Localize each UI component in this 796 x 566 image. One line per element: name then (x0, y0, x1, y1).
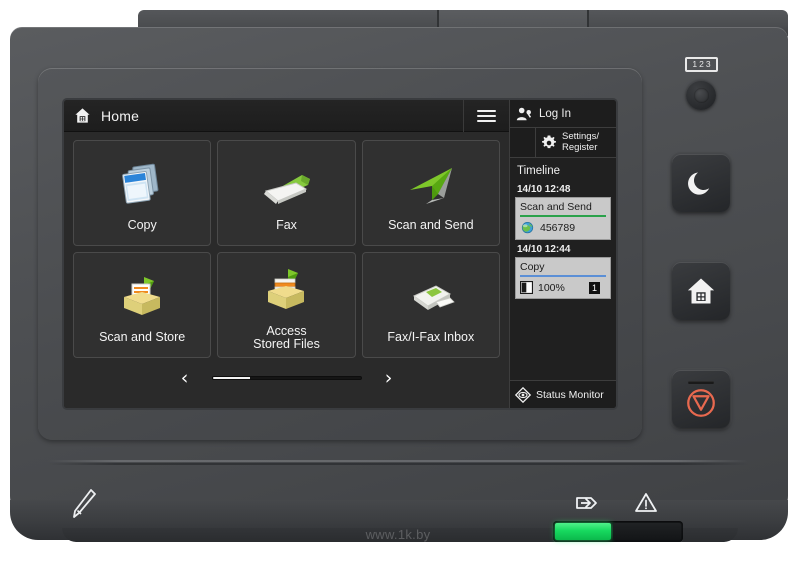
page-indicator-segment (212, 377, 250, 379)
stylus-pen-icon (68, 487, 98, 521)
fax-icon (258, 155, 314, 213)
function-tile-grid: Copy Fax Scan and Send Scan and Store Ac… (73, 140, 500, 358)
scan-and-send-icon (402, 155, 460, 213)
timeline-heading: Timeline (517, 165, 561, 177)
tile-access-stored-files[interactable]: Access Stored Files (217, 252, 356, 358)
timeline-timestamp: 14/10 12:44 (517, 244, 571, 255)
tile-label: Fax (276, 218, 297, 233)
tile-copy[interactable]: Copy (73, 140, 212, 246)
gear-icon (541, 135, 557, 151)
hamburger-menu-button[interactable] (463, 100, 509, 132)
tile-scan-and-store[interactable]: Scan and Store (73, 252, 212, 358)
timeline-item-scan-and-send[interactable]: Scan and Send 456789 (515, 197, 611, 240)
timeline-meta-value: 456789 (540, 222, 576, 234)
page-title: Home (101, 107, 140, 124)
timeline-accent-bar (520, 275, 606, 277)
sidebar: Log In Settings/ Register Timeline 14/10… (509, 100, 616, 408)
status-monitor-button[interactable]: Status Monitor (510, 380, 616, 408)
status-monitor-label: Status Monitor (536, 388, 604, 401)
numeric-keys-button[interactable] (686, 80, 716, 110)
settings-register-button[interactable]: Settings/ Register (536, 128, 616, 157)
home-key-icon (686, 276, 716, 306)
tile-label: Fax/I-Fax Inbox (387, 330, 475, 345)
tile-label: Copy (127, 218, 157, 233)
timeline-job-name: Scan and Send (520, 201, 592, 213)
tile-label: Access Stored Files (253, 323, 320, 351)
numeric-key-1: 1 (692, 59, 698, 69)
tile-label: Scan and Send (388, 218, 474, 233)
timeline-copies-badge: 1 (588, 281, 600, 294)
scan-and-store-icon (114, 267, 170, 325)
timeline-accent-bar (520, 215, 606, 217)
main-power-led (553, 521, 683, 542)
numeric-keys-label: 1 2 3 (685, 57, 718, 72)
tile-fax-ifax-inbox[interactable]: Fax/I-Fax Inbox (361, 252, 500, 358)
status-monitor-icon (515, 386, 531, 403)
prev-page-button[interactable]: ‹ (174, 368, 196, 388)
page-indicator-segment (286, 377, 324, 379)
main-power-led-unlit (613, 523, 681, 540)
tiles-area: Copy Fax Scan and Send Scan and Store Ac… (64, 132, 509, 408)
copy-icon (115, 155, 169, 213)
stop-key-button[interactable] (672, 370, 730, 428)
timeline-list: 14/10 12:48 Scan and Send 456789 14/10 1… (510, 181, 616, 303)
timeline-meta: 456789 (520, 221, 606, 235)
globe-icon (520, 221, 535, 235)
density-icon (520, 281, 533, 294)
timeline-meta: 100% 1 (520, 281, 606, 294)
tile-fax[interactable]: Fax (217, 140, 356, 246)
next-page-button[interactable]: › (378, 368, 400, 388)
printer-control-panel: Home Copy Fax Scan and Send Scan and Sto… (0, 0, 796, 566)
page-indicator-segment (249, 377, 287, 379)
numeric-key-3: 3 (705, 59, 711, 69)
page-navigation: ‹ › (73, 358, 500, 398)
main-power-led-lit (555, 523, 611, 540)
lcd-bezel: Home Copy Fax Scan and Send Scan and Sto… (38, 68, 642, 440)
tile-label: Scan and Store (99, 330, 186, 345)
login-label: Log In (539, 107, 571, 120)
settings-register-label: Settings/ Register (562, 131, 599, 153)
chassis-seam-shadow (48, 463, 748, 465)
stop-key-icon (686, 388, 716, 418)
sidebar-empty-cell[interactable] (510, 128, 536, 157)
error-warning-indicator-icon (633, 490, 659, 516)
fax-inbox-icon (402, 267, 460, 325)
settings-register-row: Settings/ Register (510, 128, 616, 158)
page-indicator-bar[interactable] (211, 376, 362, 380)
user-login-icon (516, 107, 533, 121)
data-processing-indicator-icon (573, 490, 599, 516)
main-pane: Home Copy Fax Scan and Send Scan and Sto… (64, 100, 509, 408)
timeline-meta-value: 100% (538, 281, 565, 294)
lcd-screen[interactable]: Home Copy Fax Scan and Send Scan and Sto… (64, 100, 616, 408)
login-button[interactable]: Log In (510, 100, 616, 128)
stop-key-slot (688, 380, 714, 384)
numeric-key-2: 2 (699, 59, 704, 69)
home-key-button[interactable] (672, 262, 730, 320)
timeline-timestamp: 14/10 12:48 (517, 184, 571, 195)
page-indicator-segment (323, 377, 361, 379)
hamburger-menu-icon (477, 107, 496, 125)
home-icon (74, 107, 91, 124)
chassis-seam-highlight (48, 460, 748, 462)
timeline-job-name: Copy (520, 261, 545, 273)
energy-saver-button[interactable] (672, 154, 730, 212)
tile-scan-and-send[interactable]: Scan and Send (361, 140, 500, 246)
timeline-item-copy[interactable]: Copy 100% 1 (515, 257, 611, 299)
access-stored-files-icon (258, 261, 314, 319)
moon-icon (687, 169, 715, 197)
screen-topbar: Home (64, 100, 509, 132)
